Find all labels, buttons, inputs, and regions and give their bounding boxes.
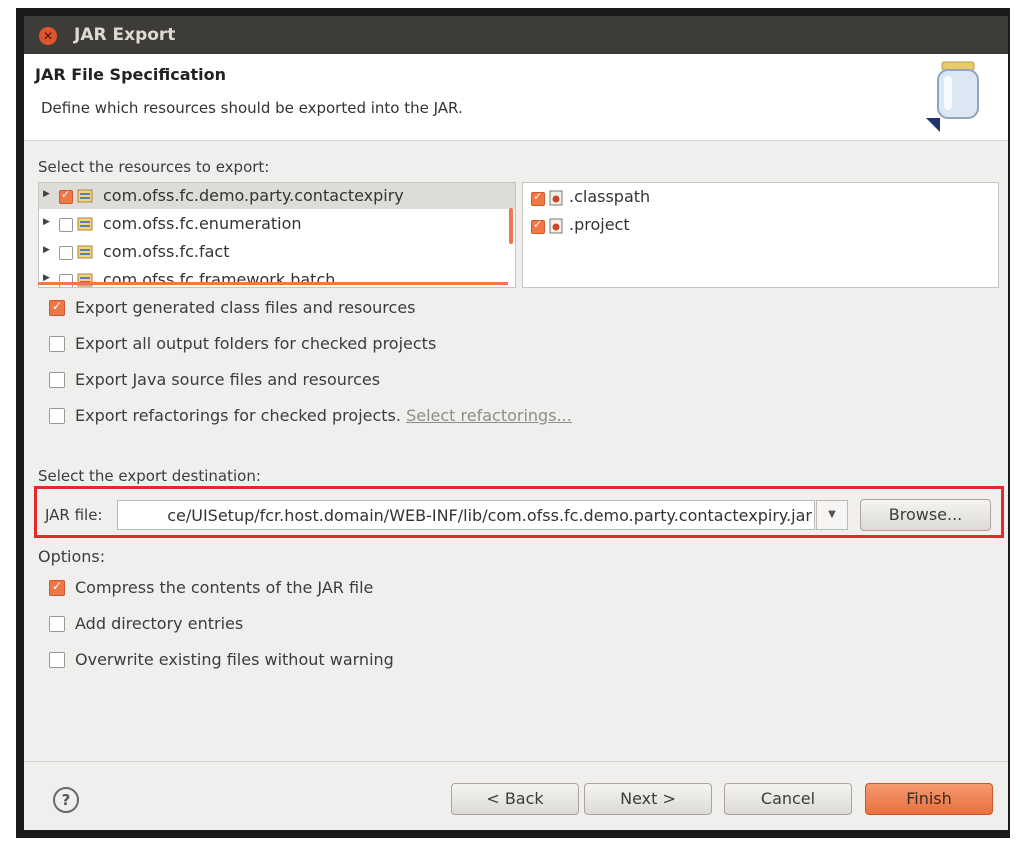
file-icon [549,190,563,206]
jar-export-dialog: ✕ JAR Export JAR File Specification Defi… [24,16,1008,830]
export-class-files-label: Export generated class files and resourc… [75,298,416,317]
compress-checkbox[interactable] [49,579,65,596]
export-output-folders-label: Export all output folders for checked pr… [75,334,437,353]
file-icon [549,218,563,234]
add-directory-checkbox[interactable] [49,616,65,632]
browse-button[interactable]: Browse... [860,499,991,531]
package-icon [77,245,93,259]
page-title: JAR File Specification [35,65,226,84]
page-description: Define which resources should be exporte… [41,99,463,117]
cancel-button[interactable]: Cancel [724,783,852,815]
destination-label: Select the export destination: [38,467,261,485]
export-refactorings-text: Export refactorings for checked projects… [75,406,401,425]
overwrite-label: Overwrite existing files without warning [75,650,394,669]
close-icon[interactable]: ✕ [39,27,57,45]
file-checkbox[interactable] [531,190,545,206]
project-checkbox[interactable] [59,274,73,287]
export-output-folders-checkbox[interactable] [49,336,65,352]
package-icon [77,217,93,231]
project-name: com.ofss.fc.fact [103,242,230,261]
package-icon [77,273,93,287]
help-icon[interactable]: ? [53,787,79,813]
project-name: com.ofss.fc.enumeration [103,214,302,233]
select-refactorings-link[interactable]: Select refactorings... [406,406,572,425]
back-button[interactable]: < Back [451,783,579,815]
jar-file-value: ce/UISetup/fcr.host.domain/WEB-INF/lib/c… [167,506,812,525]
file-checkbox[interactable] [531,218,545,234]
window-title: JAR Export [74,25,176,45]
export-source-files-checkbox[interactable] [49,372,65,388]
project-name: com.ofss.fc.demo.party.contactexpiry [103,186,404,205]
project-tree[interactable]: ▶ com.ofss.fc.demo.party.contactexpiry ▶… [38,182,516,288]
jar-icon [926,61,979,132]
export-class-files-checkbox[interactable] [49,299,65,316]
tree-row-project[interactable]: ▶ com.ofss.fc.enumeration [39,211,515,237]
tree-horizontal-scrollbar[interactable] [38,282,508,285]
file-list[interactable]: .classpath .project [522,182,999,288]
project-checkbox[interactable] [59,188,73,204]
export-refactorings-label: Export refactorings for checked projects… [75,406,572,425]
project-checkbox[interactable] [59,246,73,260]
options-label: Options: [38,547,106,566]
footer-separator [24,761,1008,762]
export-refactorings-checkbox[interactable] [49,408,65,424]
next-button[interactable]: Next > [584,783,712,815]
file-name: .project [569,215,630,234]
jar-file-input[interactable]: ce/UISetup/fcr.host.domain/WEB-INF/lib/c… [117,500,815,530]
project-name: com.ofss.fc.framework.batch [103,270,336,288]
compress-label: Compress the contents of the JAR file [75,578,374,597]
tree-row-project[interactable]: ▶ com.ofss.fc.fact [39,239,515,265]
expand-arrow-icon[interactable]: ▶ [43,189,50,199]
overwrite-checkbox[interactable] [49,652,65,668]
package-icon [77,189,93,203]
export-source-files-label: Export Java source files and resources [75,370,381,389]
project-checkbox[interactable] [59,218,73,232]
tree-vertical-scrollbar[interactable] [509,208,513,244]
expand-arrow-icon[interactable]: ▶ [43,217,50,227]
resources-label: Select the resources to export: [38,158,270,176]
tree-row-project[interactable]: ▶ com.ofss.fc.demo.party.contactexpiry [39,183,515,209]
expand-arrow-icon[interactable]: ▶ [43,245,50,255]
dropdown-arrow-icon[interactable]: ▼ [816,500,848,530]
add-directory-label: Add directory entries [75,614,244,633]
wizard-header: JAR File Specification Define which reso… [24,54,1008,141]
jar-file-label: JAR file: [45,506,103,524]
finish-button[interactable]: Finish [865,783,993,815]
title-bar: ✕ JAR Export [24,16,1008,54]
file-name: .classpath [569,187,651,206]
